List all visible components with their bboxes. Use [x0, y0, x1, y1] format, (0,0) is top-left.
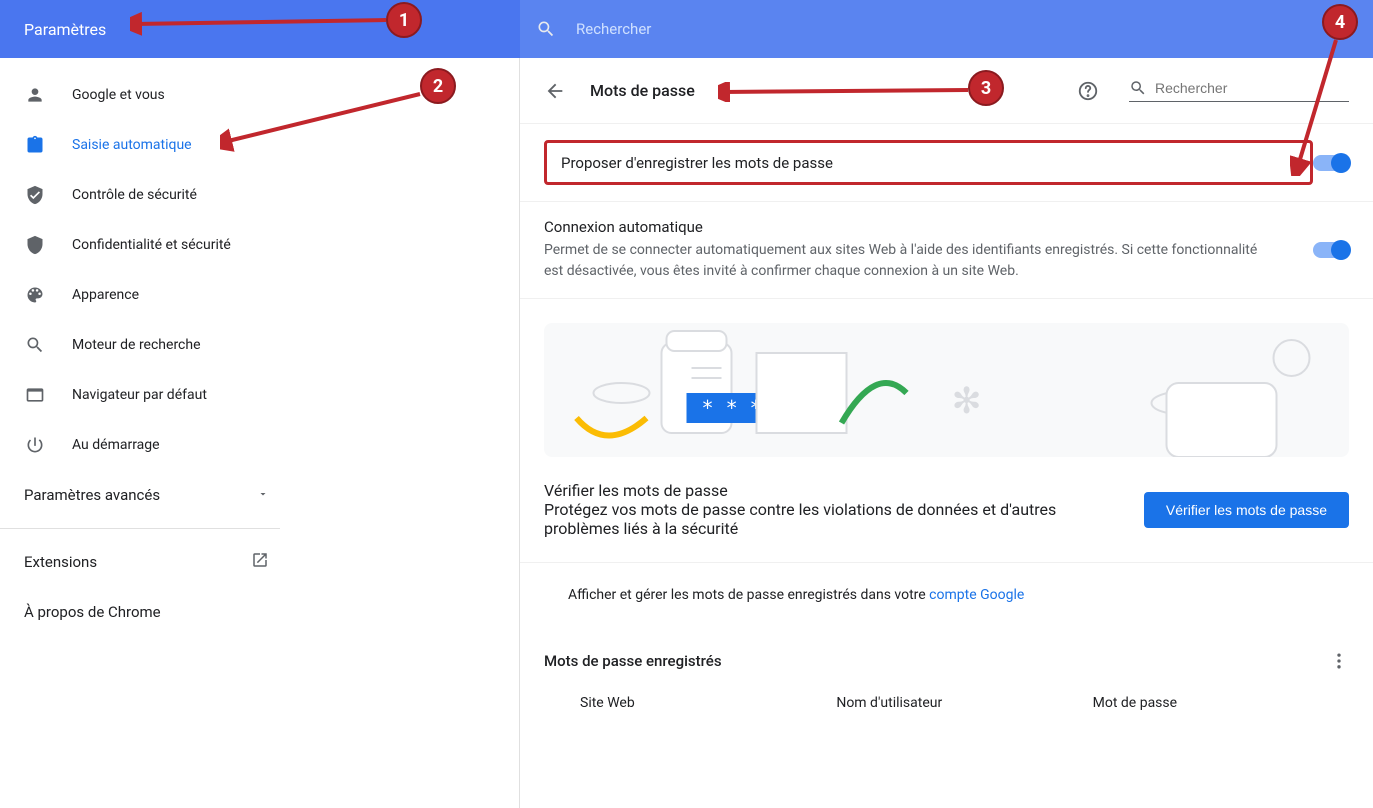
sidebar-item-startup[interactable]: Au démarrage — [0, 420, 519, 470]
header-search[interactable]: Rechercher — [520, 0, 1373, 58]
person-icon — [24, 84, 46, 106]
sidebar-item-privacy[interactable]: Confidentialité et sécurité — [0, 220, 519, 270]
back-arrow-icon[interactable] — [544, 80, 566, 102]
search-icon — [24, 334, 46, 356]
sidebar-extensions[interactable]: Extensions — [0, 537, 519, 587]
sidebar-divider — [0, 528, 280, 529]
clipboard-icon — [24, 134, 46, 156]
annotation-marker-1: 1 — [386, 2, 422, 38]
help-icon[interactable] — [1077, 80, 1099, 102]
sidebar-advanced[interactable]: Paramètres avancés — [0, 470, 519, 520]
main-header: Mots de passe — [520, 58, 1373, 124]
header-search-placeholder: Rechercher — [576, 20, 651, 38]
sidebar-about[interactable]: À propos de Chrome — [0, 587, 519, 637]
search-icon — [1129, 79, 1147, 97]
annotation-marker-2: 2 — [420, 68, 456, 104]
sidebar-item-label: Contrôle de sécurité — [72, 187, 197, 203]
sidebar-item-appearance[interactable]: Apparence — [0, 270, 519, 320]
sidebar-item-label: Moteur de recherche — [72, 337, 201, 353]
setting-auto-signin: Connexion automatique Permet de se conne… — [520, 202, 1373, 299]
shield-check-icon — [24, 184, 46, 206]
table-header-username: Nom d'utilisateur — [836, 695, 1092, 711]
saved-passwords-header: Mots de passe enregistrés — [520, 627, 1373, 687]
page-title: Mots de passe — [590, 81, 695, 100]
illustration: * * * * | ✻ — [544, 323, 1349, 457]
table-header-site: Site Web — [580, 695, 836, 711]
passwords-search[interactable] — [1129, 79, 1349, 102]
sidebar-item-default-browser[interactable]: Navigateur par défaut — [0, 370, 519, 420]
sidebar-advanced-label: Paramètres avancés — [24, 486, 160, 504]
annotation-marker-3: 3 — [968, 70, 1004, 106]
search-icon — [536, 19, 556, 39]
offer-save-label: Proposer d'enregistrer les mots de passe — [561, 154, 833, 172]
google-account-text: Afficher et gérer les mots de passe enre… — [568, 587, 929, 603]
sidebar-about-label: À propos de Chrome — [24, 603, 161, 621]
sidebar-item-label: Navigateur par défaut — [72, 387, 207, 403]
setting-offer-save: Proposer d'enregistrer les mots de passe — [520, 124, 1373, 202]
power-icon — [24, 434, 46, 456]
check-passwords-section: Vérifier les mots de passe Protégez vos … — [520, 465, 1373, 563]
app-title: Paramètres — [24, 20, 106, 39]
sidebar-item-label: Au démarrage — [72, 437, 160, 453]
google-account-link[interactable]: compte Google — [929, 587, 1024, 603]
offer-save-toggle[interactable] — [1313, 155, 1349, 171]
check-passwords-button[interactable]: Vérifier les mots de passe — [1144, 492, 1349, 528]
auto-signin-label: Connexion automatique — [544, 218, 1313, 236]
more-vert-icon[interactable] — [1329, 651, 1349, 671]
passwords-table-header: Site Web Nom d'utilisateur Mot de passe — [520, 687, 1373, 711]
content-area: Google et vous Saisie automatique Contrô… — [0, 58, 1373, 808]
sidebar: Google et vous Saisie automatique Contrô… — [0, 58, 520, 808]
app-header: Paramètres Rechercher — [0, 0, 1373, 58]
annotation-marker-4: 4 — [1322, 4, 1358, 40]
auto-signin-toggle[interactable] — [1313, 242, 1349, 258]
sidebar-item-label: Saisie automatique — [72, 137, 192, 153]
sidebar-item-search-engine[interactable]: Moteur de recherche — [0, 320, 519, 370]
svg-text:✻: ✻ — [952, 380, 982, 422]
external-link-icon — [251, 551, 269, 573]
google-account-text-line: Afficher et gérer les mots de passe enre… — [520, 563, 1373, 627]
sidebar-extensions-label: Extensions — [24, 553, 97, 571]
sidebar-item-autofill[interactable]: Saisie automatique — [0, 120, 519, 170]
sidebar-item-safety[interactable]: Contrôle de sécurité — [0, 170, 519, 220]
main-panel: Mots de passe Proposer d'enregistrer les… — [520, 58, 1373, 808]
check-desc: Protégez vos mots de passe contre les vi… — [544, 500, 1064, 538]
browser-icon — [24, 384, 46, 406]
passwords-search-input[interactable] — [1155, 80, 1349, 96]
sidebar-item-label: Apparence — [72, 287, 139, 303]
sidebar-item-label: Google et vous — [72, 87, 165, 103]
saved-passwords-label: Mots de passe enregistrés — [544, 652, 722, 670]
palette-icon — [24, 284, 46, 306]
chevron-down-icon — [257, 486, 269, 504]
check-title: Vérifier les mots de passe — [544, 481, 1144, 500]
table-header-password: Mot de passe — [1093, 695, 1349, 711]
sidebar-item-label: Confidentialité et sécurité — [72, 237, 231, 253]
auto-signin-desc: Permet de se connecter automatiquement a… — [544, 240, 1264, 282]
shield-icon — [24, 234, 46, 256]
header-title-area: Paramètres — [0, 0, 520, 58]
